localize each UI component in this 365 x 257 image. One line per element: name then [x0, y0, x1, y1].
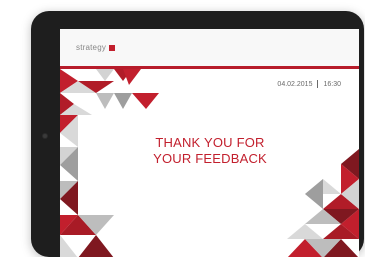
status-date: 04.02.2015 — [277, 80, 313, 88]
feedback-line-2: YOUR FEEDBACK — [153, 150, 267, 166]
status-meta: 04.02.2015 16:30 — [277, 80, 341, 88]
feedback-line-1: THANK YOU FOR — [155, 135, 265, 150]
app-header: strategy — [60, 29, 359, 66]
status-time: 16:30 — [323, 80, 341, 88]
tablet-screen: strategy 04.02.2015 16:30 THANK YOU FOR … — [60, 29, 359, 257]
brand-logo-text: strategy — [76, 43, 107, 52]
page-canvas: strategy 04.02.2015 16:30 THANK YOU FOR … — [0, 0, 365, 257]
header-divider — [60, 66, 359, 69]
brand-logo-mark — [109, 44, 116, 51]
brand-logo: strategy — [76, 43, 116, 52]
status-separator — [317, 80, 319, 88]
camera-icon — [43, 134, 47, 138]
tablet-device: strategy 04.02.2015 16:30 THANK YOU FOR … — [31, 11, 364, 257]
feedback-thank-you: THANK YOU FOR YOUR FEEDBACK — [140, 135, 280, 166]
